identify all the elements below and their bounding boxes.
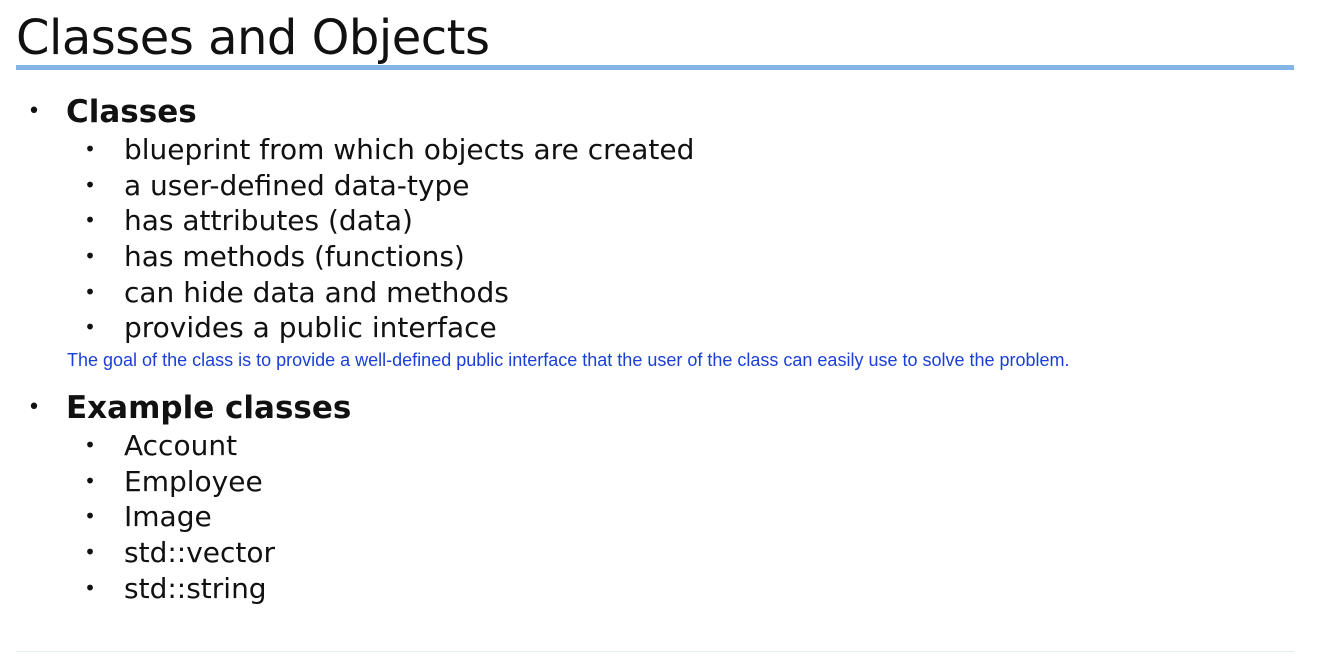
class-goal-note: The goal of the class is to provide a we… [67,350,1070,370]
bullet-icon: • [84,137,96,161]
bullet-icon: • [84,575,96,600]
list-item: • a user-defined data-type [0,168,1324,204]
classes-list: • blueprint from which objects are creat… [0,132,1324,346]
list-item: • Image [0,499,1324,535]
bullet-icon: • [84,172,96,197]
list-item: • Employee [0,464,1324,500]
example-classes-list: • Account • Employee • Image • std::vect… [0,428,1324,606]
list-item: • provides a public interface [0,310,1324,346]
section-heading: Classes [66,94,197,130]
bullet-icon: • [27,99,41,124]
title-underline [16,65,1294,70]
list-item: • std::vector [0,535,1324,571]
list-item: • Account [0,428,1324,464]
list-item-text: Account [124,429,238,462]
section-classes: • Classes • blueprint from which objects… [0,92,1324,346]
bullet-icon: • [84,468,96,493]
list-item-text: std::string [124,571,267,605]
section-heading-row: • Example classes [0,388,1324,428]
list-item-text: provides a public interface [124,311,497,345]
list-item-text: Employee [124,464,263,498]
bullet-icon: • [84,540,96,565]
list-item: • has attributes (data) [0,203,1324,239]
bullet-icon: • [27,395,41,420]
bullet-icon: • [84,315,96,340]
slide-title: Classes and Objects [16,10,490,66]
bullet-icon: • [84,244,96,269]
list-item: • can hide data and methods [0,275,1324,311]
section-example-classes: • Example classes • Account • Employee •… [0,388,1324,606]
list-item-text: has methods (functions) [124,240,465,274]
list-item-text: blueprint from which objects are created [124,133,695,166]
bullet-icon: • [84,504,96,529]
section-heading-row: • Classes [0,92,1324,132]
list-item: • std::string [0,571,1324,607]
bullet-icon: • [84,433,96,457]
list-item-text: std::vector [124,536,276,570]
section-heading: Example classes [66,390,352,426]
bullet-icon: • [84,208,96,233]
list-item-text: a user-defined data-type [124,168,470,202]
list-item: • blueprint from which objects are creat… [0,132,1324,168]
list-item: • has methods (functions) [0,239,1324,275]
list-item-text: Image [124,500,212,534]
bullet-icon: • [84,279,96,304]
list-item-text: can hide data and methods [124,275,509,309]
footer-divider [16,651,1294,652]
list-item-text: has attributes (data) [124,204,413,238]
